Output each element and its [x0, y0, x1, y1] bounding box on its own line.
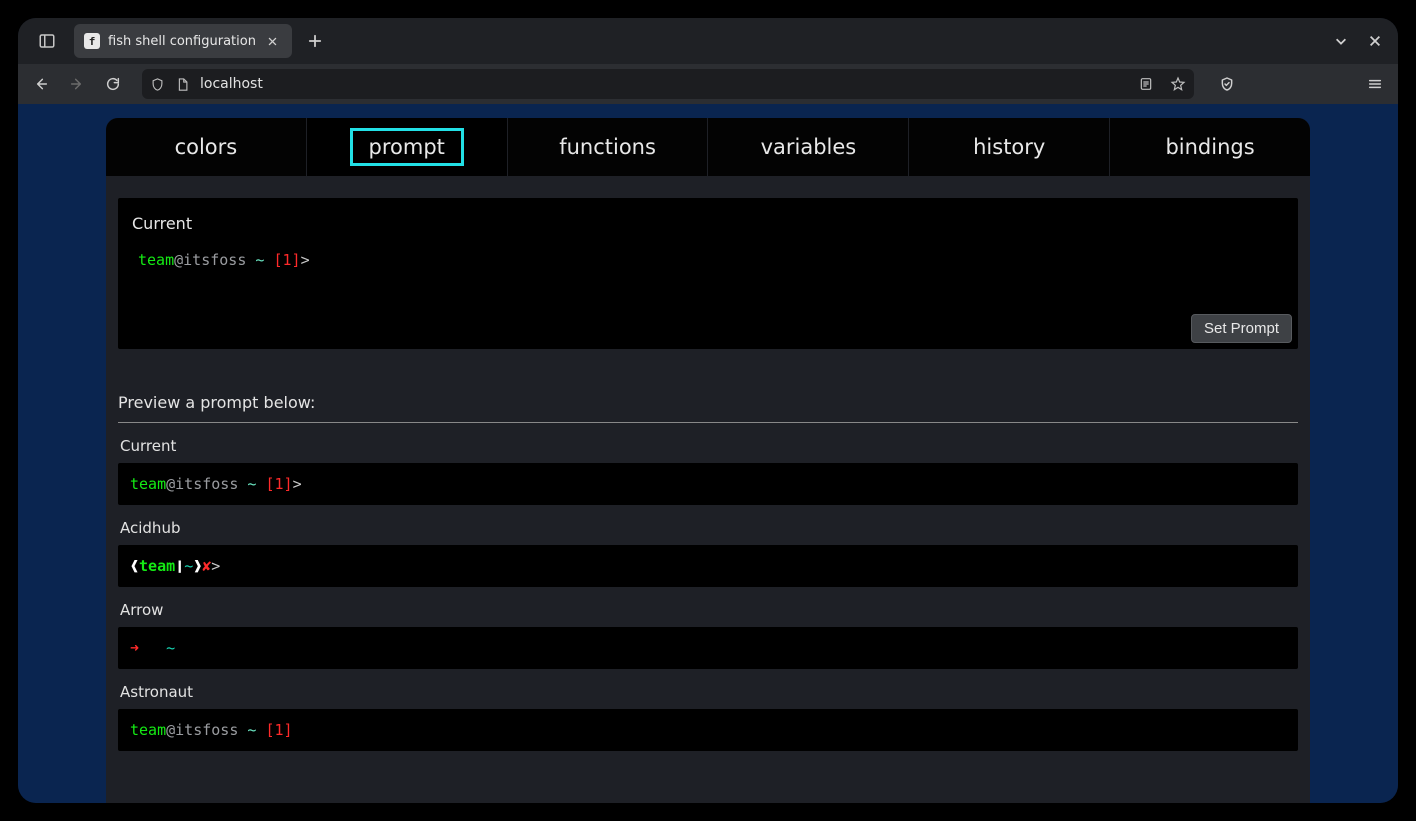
tab-functions[interactable]: functions [508, 118, 708, 176]
preview-section-header: Preview a prompt below: [118, 393, 1298, 423]
preview-box: team@itsfoss ~ [1]> [118, 463, 1298, 505]
current-prompt-box: Current team@itsfoss ~ [1]> Set Prompt [118, 198, 1298, 349]
fish-config-panel: colors prompt functions variables histor… [106, 118, 1310, 803]
new-tab-button[interactable] [300, 26, 330, 56]
sidebar-toggle-button[interactable] [24, 18, 70, 64]
window-root: f fish shell configuration [18, 18, 1398, 803]
tab-colors[interactable]: colors [106, 118, 306, 176]
address-bar[interactable]: localhost [142, 69, 1194, 99]
shield-icon [150, 77, 165, 92]
forward-button[interactable] [60, 67, 94, 101]
config-tabs-row: colors prompt functions variables histor… [106, 118, 1310, 176]
tab-bindings[interactable]: bindings [1110, 118, 1310, 176]
tab-title: fish shell configuration [108, 34, 256, 49]
preview-item-acidhub[interactable]: Acidhub ❰team❙~❱✘> [118, 519, 1298, 587]
page-icon [175, 77, 190, 92]
protection-shield-button[interactable] [1210, 67, 1244, 101]
preview-box: team@itsfoss ~ [1] [118, 709, 1298, 751]
reload-button[interactable] [96, 67, 130, 101]
preview-item-current[interactable]: Current team@itsfoss ~ [1]> [118, 437, 1298, 505]
window-close-button[interactable] [1358, 18, 1392, 64]
tab-favicon: f [84, 33, 100, 49]
config-body[interactable]: Current team@itsfoss ~ [1]> Set Prompt P… [106, 176, 1310, 803]
page-viewport: colors prompt functions variables histor… [18, 104, 1398, 803]
preview-name: Astronaut [120, 683, 1296, 701]
current-heading: Current [132, 214, 1284, 233]
preview-box: ➜ ~ [118, 627, 1298, 669]
app-menu-button[interactable] [1358, 67, 1392, 101]
browser-tabs-bar: f fish shell configuration [18, 18, 1398, 64]
set-prompt-button[interactable]: Set Prompt [1191, 314, 1292, 343]
preview-name: Current [120, 437, 1296, 455]
browser-tab[interactable]: f fish shell configuration [74, 24, 292, 58]
tab-history[interactable]: history [909, 118, 1109, 176]
back-button[interactable] [24, 67, 58, 101]
browser-url-toolbar: localhost [18, 64, 1398, 104]
bookmark-icon[interactable] [1170, 76, 1186, 92]
preview-item-arrow[interactable]: Arrow ➜ ~ [118, 601, 1298, 669]
address-text: localhost [200, 76, 1122, 92]
tabs-dropdown-button[interactable] [1324, 18, 1358, 64]
tab-variables[interactable]: variables [708, 118, 908, 176]
preview-item-astronaut[interactable]: Astronaut team@itsfoss ~ [1] [118, 683, 1298, 751]
preview-box: ❰team❙~❱✘> [118, 545, 1298, 587]
preview-name: Arrow [120, 601, 1296, 619]
tab-close-button[interactable] [264, 32, 282, 50]
reader-mode-icon[interactable] [1138, 76, 1154, 92]
current-prompt-line: team@itsfoss ~ [1]> [138, 251, 1284, 269]
preview-name: Acidhub [120, 519, 1296, 537]
tab-prompt[interactable]: prompt [307, 118, 507, 176]
